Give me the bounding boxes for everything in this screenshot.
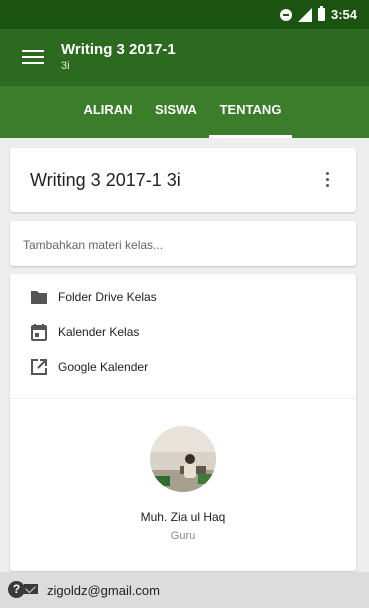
- menu-icon[interactable]: [22, 47, 44, 67]
- dnd-icon: [279, 8, 292, 21]
- status-bar: 3:54: [0, 0, 369, 29]
- battery-icon: [317, 6, 325, 21]
- account-email: zigoldz@gmail.com: [47, 583, 160, 598]
- status-time: 3:54: [330, 7, 357, 22]
- link-label: Folder Drive Kelas: [58, 290, 157, 304]
- add-material-input[interactable]: [10, 221, 369, 268]
- tab-bar: ALIRAN SISWA TENTANG: [0, 86, 369, 138]
- tab-aliran[interactable]: ALIRAN: [76, 86, 140, 138]
- more-vert-icon[interactable]: [324, 170, 330, 190]
- link-drive-folder[interactable]: Folder Drive Kelas: [10, 282, 356, 312]
- class-info-card: Folder Drive Kelas Kalender Kelas Google…: [10, 274, 356, 571]
- class-title: Writing 3 2017-1: [61, 41, 176, 58]
- calendar-icon: [31, 324, 47, 341]
- help-icon[interactable]: ?: [8, 581, 25, 598]
- link-class-calendar[interactable]: Kalender Kelas: [10, 317, 356, 347]
- teacher-photo: [150, 426, 216, 492]
- folder-icon: [31, 291, 47, 304]
- mail-icon: [24, 584, 38, 594]
- divider: [10, 398, 356, 399]
- signal-icon: [297, 7, 312, 22]
- teacher-role: Guru: [170, 530, 196, 542]
- link-label: Kalender Kelas: [58, 325, 140, 339]
- tab-siswa[interactable]: SISWA: [146, 86, 206, 138]
- link-label: Google Kalender: [58, 360, 149, 374]
- class-section: 3i: [61, 60, 70, 72]
- course-card: Writing 3 2017-1 3i: [10, 148, 356, 212]
- tab-tentang[interactable]: TENTANG: [209, 86, 292, 138]
- course-title: Writing 3 2017-1 3i: [30, 170, 181, 190]
- app-bar: Writing 3 2017-1 3i: [0, 29, 369, 86]
- account-footer: ? zigoldz@gmail.com: [0, 572, 369, 608]
- add-material-card: [10, 221, 369, 268]
- teacher-avatar: [150, 426, 216, 492]
- link-google-calendar[interactable]: Google Kalender: [10, 352, 356, 382]
- teacher-name: Muh. Zia ul Haq: [140, 510, 226, 524]
- open-external-icon: [31, 359, 47, 375]
